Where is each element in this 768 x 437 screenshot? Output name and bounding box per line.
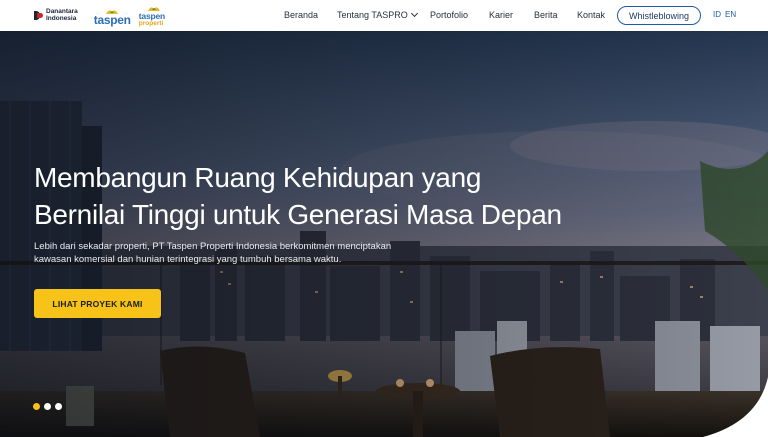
- nav-portofolio[interactable]: Portofolio: [430, 10, 468, 20]
- decorative-curve: [703, 377, 768, 437]
- nav-beranda[interactable]: Beranda: [284, 10, 318, 20]
- taspen-properti-logo[interactable]: taspen properti: [139, 4, 169, 28]
- view-projects-button[interactable]: LIHAT PROYEK KAMI: [34, 289, 161, 318]
- hero-title-line2: Bernilai Tinggi untuk Generasi Masa Depa…: [34, 199, 562, 230]
- slide-dot[interactable]: [44, 403, 51, 410]
- logo-group: Danantara Indonesia taspen taspen proper…: [34, 0, 169, 31]
- taspen-wordmark: taspen: [93, 12, 131, 27]
- taspen-logo[interactable]: taspen: [93, 4, 131, 28]
- hero-description: Lebih dari sekadar properti, PT Taspen P…: [34, 240, 454, 266]
- danantara-logo[interactable]: Danantara Indonesia: [34, 8, 78, 22]
- nav-karier[interactable]: Karier: [489, 10, 513, 20]
- nav-tentang-taspro[interactable]: Tentang TASPRO: [337, 9, 418, 20]
- whistleblowing-button[interactable]: Whistleblowing: [617, 6, 701, 25]
- hero-desc-line1: Lebih dari sekadar properti, PT Taspen P…: [34, 241, 392, 252]
- slide-indicators: [33, 403, 62, 410]
- hero-title: Membangun Ruang Kehidupan yang Bernilai …: [34, 159, 654, 233]
- hero-banner: Membangun Ruang Kehidupan yang Bernilai …: [0, 31, 768, 437]
- nav-tentang-taspro-label: Tentang TASPRO: [337, 10, 408, 20]
- site-header: Danantara Indonesia taspen taspen proper…: [0, 0, 768, 31]
- lang-en[interactable]: EN: [725, 10, 736, 19]
- danantara-line2: Indonesia: [46, 14, 77, 22]
- slide-dot[interactable]: [33, 403, 40, 410]
- danantara-mark-icon: [34, 11, 43, 20]
- hero-desc-line2: kawasan komersial dan hunian terintegras…: [34, 254, 342, 265]
- lang-id[interactable]: ID: [713, 10, 721, 19]
- slide-dot[interactable]: [55, 403, 62, 410]
- nav-kontak[interactable]: Kontak: [577, 10, 605, 20]
- chevron-down-icon: [410, 9, 418, 18]
- taspen-properti-line2: properti: [138, 19, 164, 27]
- hero-title-line1: Membangun Ruang Kehidupan yang: [34, 162, 482, 193]
- nav-berita[interactable]: Berita: [534, 10, 558, 20]
